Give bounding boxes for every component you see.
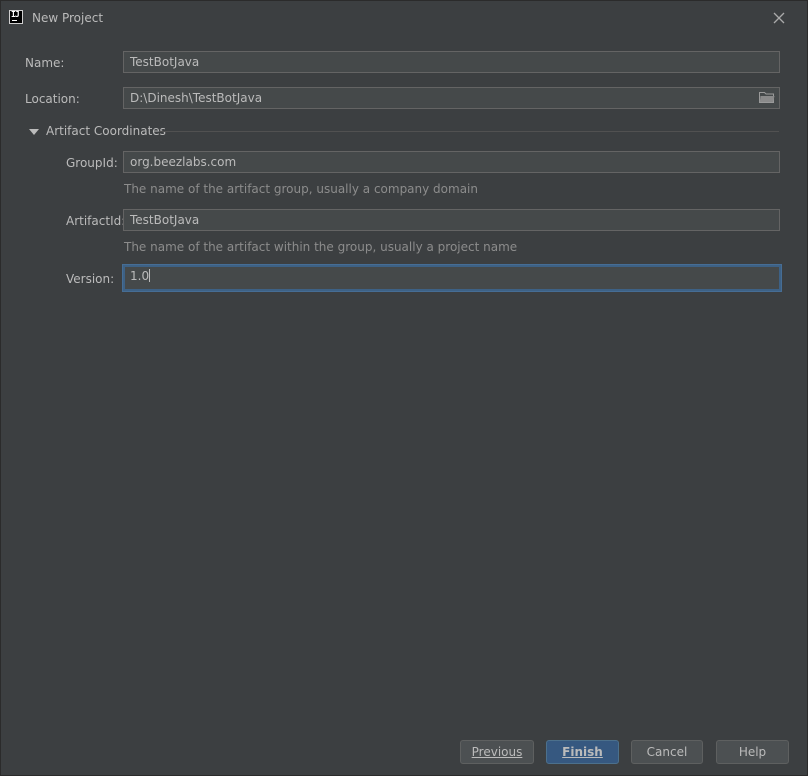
artifact-id-input[interactable]: TestBotJava	[123, 209, 780, 231]
new-project-dialog: IJ New Project Name: TestBotJava Locatio…	[0, 0, 808, 776]
intellij-idea-icon: IJ	[9, 10, 23, 24]
dialog-title: New Project	[32, 11, 104, 25]
group-id-input[interactable]: org.beezlabs.com	[123, 151, 780, 173]
previous-button-label: Previous	[471, 745, 523, 759]
close-icon[interactable]	[771, 10, 787, 26]
group-id-label: GroupId:	[66, 156, 118, 170]
previous-button[interactable]: Previous	[460, 740, 534, 764]
cancel-button-label: Cancel	[646, 745, 688, 759]
location-input[interactable]: D:\Dinesh\TestBotJava	[123, 87, 780, 109]
version-input[interactable]: 1.0	[123, 265, 781, 291]
artifact-id-label: ArtifactId:	[66, 214, 126, 228]
chevron-down-icon[interactable]	[29, 126, 39, 135]
finish-button-label: Finish	[562, 745, 603, 759]
folder-icon[interactable]	[759, 91, 775, 103]
help-button-label: Help	[738, 745, 767, 759]
name-input[interactable]: TestBotJava	[123, 51, 780, 73]
location-label: Location:	[25, 92, 80, 106]
text-caret	[149, 269, 151, 282]
finish-button[interactable]: Finish	[546, 740, 619, 764]
help-button[interactable]: Help	[716, 740, 789, 764]
artifact-coordinates-header[interactable]: Artifact Coordinates	[46, 124, 166, 138]
section-divider	[159, 131, 779, 132]
cancel-button[interactable]: Cancel	[631, 740, 703, 764]
group-id-hint: The name of the artifact group, usually …	[124, 182, 478, 196]
name-label: Name:	[25, 56, 65, 70]
artifact-id-hint: The name of the artifact within the grou…	[124, 240, 518, 254]
version-label: Version:	[66, 272, 115, 286]
version-value: 1.0	[130, 269, 150, 283]
title-bar: IJ New Project	[1, 1, 807, 35]
